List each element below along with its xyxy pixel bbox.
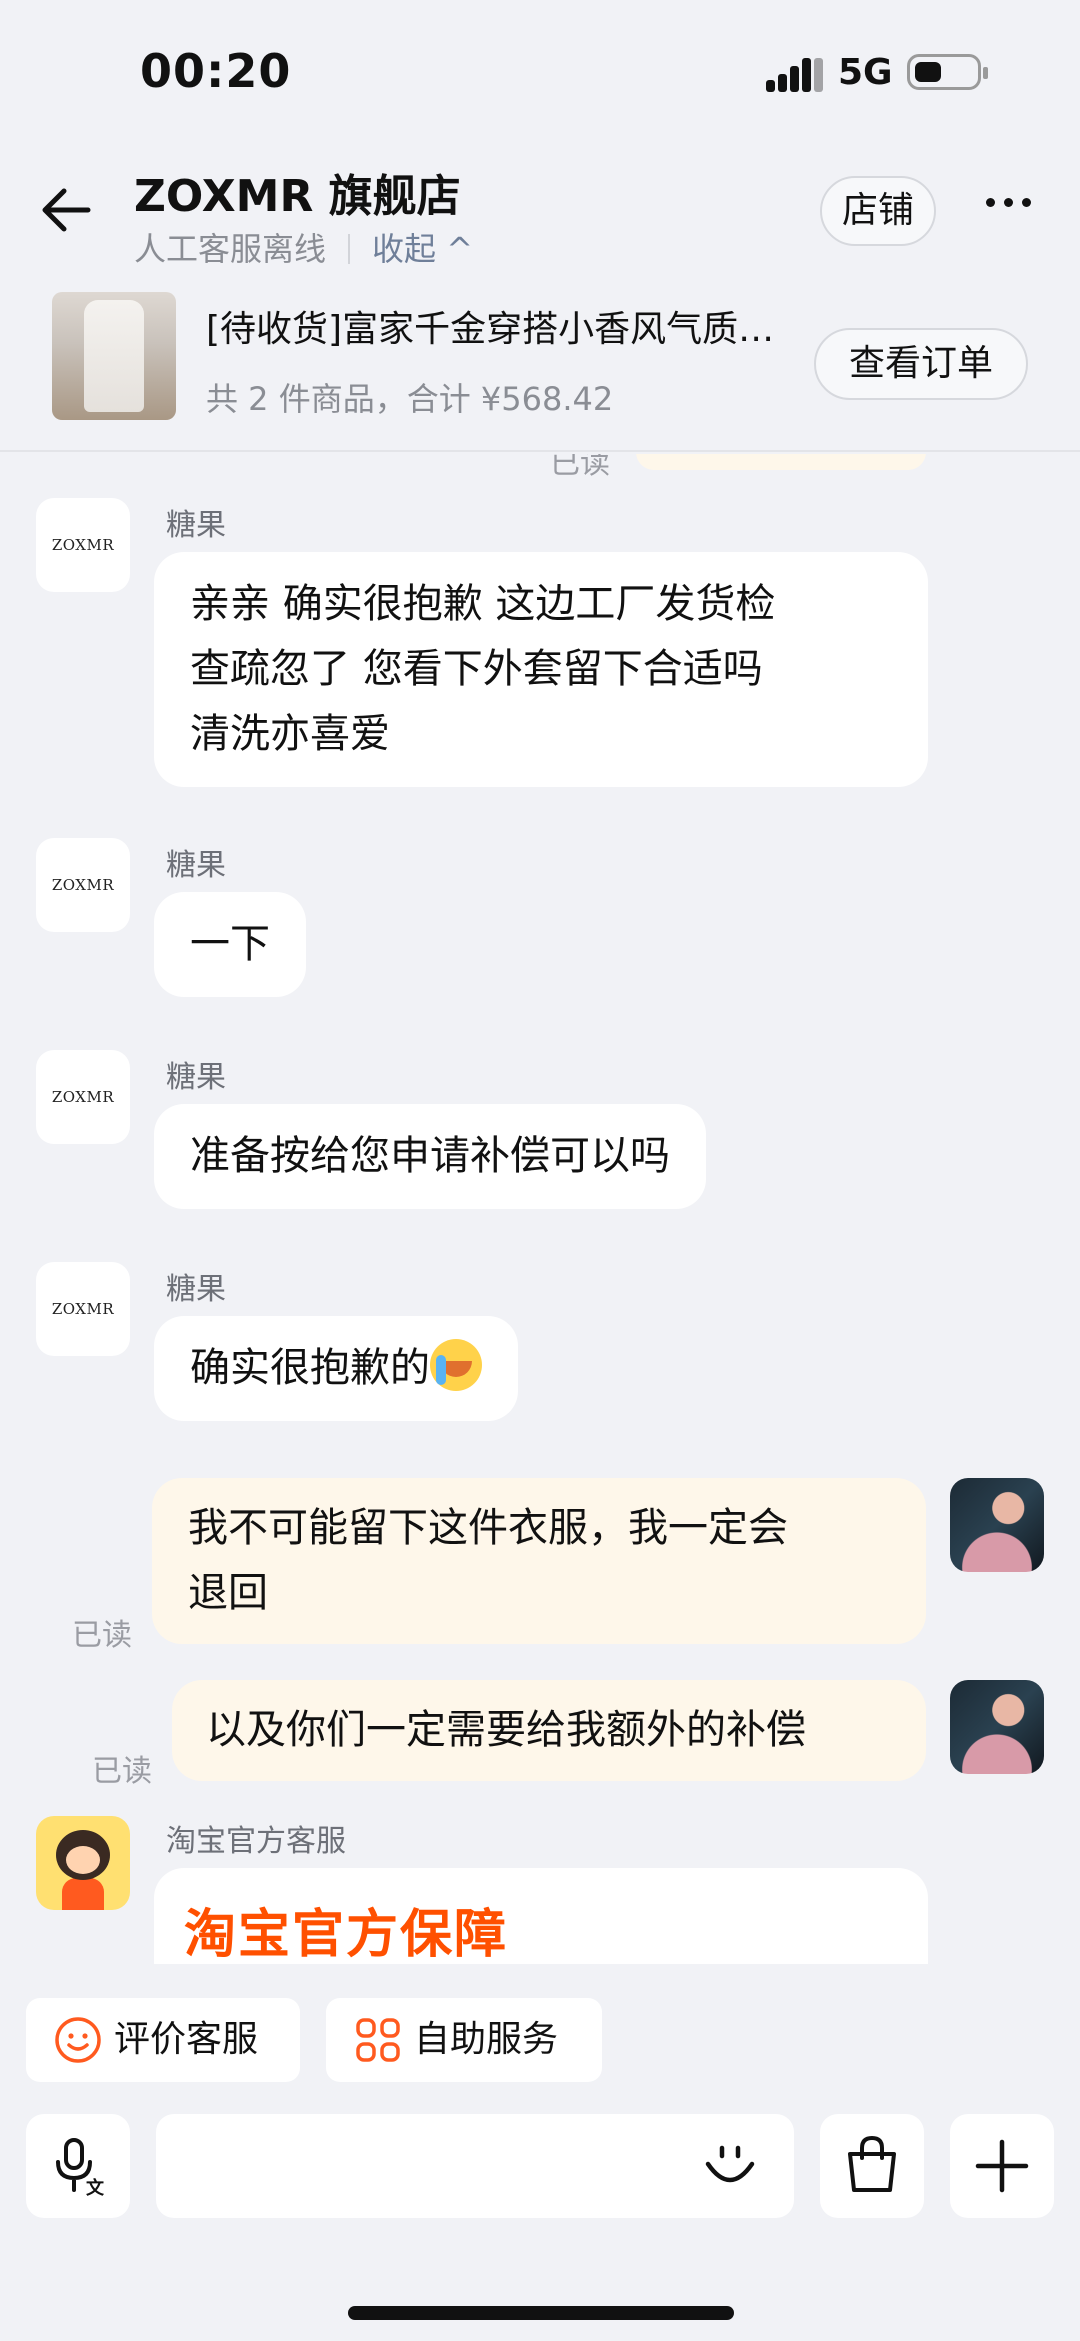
home-indicator[interactable] xyxy=(348,2306,734,2320)
shop-button[interactable]: 店铺 xyxy=(820,176,936,246)
plus-icon xyxy=(975,2139,1029,2193)
more-icon[interactable] xyxy=(986,198,1032,212)
sender-name: 糖果 xyxy=(166,1272,226,1307)
store-name[interactable]: ZOXMR 旗舰店 xyxy=(134,160,461,224)
sender-name: 糖果 xyxy=(166,508,226,543)
order-title: [待收货]富家千金穿搭小香风气质两件套 xyxy=(206,309,806,350)
message-line: 我不可能留下这件衣服，我一定会 xyxy=(188,1505,788,1551)
shopping-bag-button[interactable] xyxy=(820,2114,924,2218)
shop-avatar[interactable]: ZOXMR xyxy=(36,1050,130,1144)
signal-icon xyxy=(766,58,823,92)
self-service-button[interactable]: 自助服务 xyxy=(326,1998,602,2082)
user-avatar[interactable] xyxy=(950,1680,1044,1774)
sender-name: 糖果 xyxy=(166,1060,226,1095)
order-summary: 共 2 件商品，合计 ¥568.42 xyxy=(206,380,614,418)
message-line: 确实很抱歉的 xyxy=(190,1345,430,1391)
message-line: 查疏忽了 您看下外套留下合适吗 xyxy=(190,646,763,692)
message-bubble[interactable]: 亲亲 确实很抱歉 这边工厂发货检 查疏忽了 您看下外套留下合适吗 清洗亦喜爱 xyxy=(154,552,928,787)
message-input[interactable] xyxy=(156,2114,794,2218)
message-bubble-mine[interactable]: 以及你们一定需要给我额外的补偿 xyxy=(172,1680,926,1781)
user-avatar[interactable] xyxy=(950,1478,1044,1572)
guarantee-card[interactable]: 淘宝官方保障 xyxy=(154,1868,928,1964)
message-bubble[interactable]: 一下 xyxy=(154,892,306,997)
message-line: 准备按给您申请补偿可以吗 xyxy=(190,1133,670,1179)
guarantee-banner: 淘宝官方保障 xyxy=(184,1905,509,1964)
message-bubble[interactable]: 确实很抱歉的 xyxy=(154,1316,518,1421)
emoji-icon[interactable] xyxy=(702,2138,758,2194)
shop-avatar[interactable]: ZOXMR xyxy=(36,838,130,932)
shopping-bag-icon xyxy=(848,2135,896,2192)
chat-screen: 00:20 5G ZOXMR 旗舰店 人工客服离线 收起 ^ 店铺 [待收货]富家… xyxy=(0,0,1080,2341)
shop-avatar[interactable]: ZOXMR xyxy=(36,498,130,592)
message-line: 退回 xyxy=(188,1570,268,1616)
collapse-toggle[interactable]: 收起 ^ xyxy=(372,230,473,268)
quick-action-label: 自助服务 xyxy=(414,2019,559,2060)
message-line: 亲亲 确实很抱歉 这边工厂发货检 xyxy=(190,581,776,627)
sender-name: 淘宝官方客服 xyxy=(166,1824,346,1859)
view-order-button[interactable]: 查看订单 xyxy=(814,328,1028,400)
order-card[interactable]: [待收货]富家千金穿搭小香风气质两件套 共 2 件商品，合计 ¥568.42 查… xyxy=(0,282,1080,452)
plus-button[interactable] xyxy=(950,2114,1054,2218)
message-bubble-mine[interactable]: 我不可能留下这件衣服，我一定会 退回 xyxy=(152,1478,926,1644)
rate-service-button[interactable]: 评价客服 xyxy=(26,1998,300,2082)
svg-text:文: 文 xyxy=(86,2177,105,2198)
read-receipt: 已读 xyxy=(550,454,610,481)
read-receipt: 已读 xyxy=(72,1618,132,1653)
message-line: 以及你们一定需要给我额外的补偿 xyxy=(206,1707,806,1753)
status-bar: 00:20 5G xyxy=(0,0,1080,140)
chat-messages[interactable]: 已读 ZOXMR 糖果 亲亲 确实很抱歉 这边工厂发货检 查疏忽了 您看下外套留… xyxy=(0,454,1080,1964)
product-thumbnail[interactable] xyxy=(52,292,176,420)
service-status-line: 人工客服离线 收起 ^ xyxy=(134,224,473,270)
message-bubble[interactable]: 准备按给您申请补偿可以吗 xyxy=(154,1104,706,1209)
read-receipt: 已读 xyxy=(92,1754,152,1789)
grid-icon xyxy=(356,2018,400,2062)
voice-button[interactable]: 文 xyxy=(26,2114,130,2218)
back-arrow-icon[interactable] xyxy=(36,180,96,240)
quick-action-label: 评价客服 xyxy=(114,2019,259,2060)
battery-icon xyxy=(907,54,988,90)
sender-name: 糖果 xyxy=(166,848,226,883)
crying-emoji-icon xyxy=(430,1339,482,1391)
shop-avatar[interactable]: ZOXMR xyxy=(36,1262,130,1356)
network-type: 5G xyxy=(838,52,893,93)
message-bubble-partial xyxy=(636,454,926,470)
service-status: 人工客服离线 xyxy=(134,230,327,268)
smile-icon xyxy=(55,2017,101,2063)
voice-translate-icon: 文 xyxy=(56,2138,105,2198)
message-line: 清洗亦喜爱 xyxy=(190,711,390,757)
status-time: 00:20 xyxy=(140,44,292,98)
official-service-avatar[interactable] xyxy=(36,1816,130,1910)
message-line: 一下 xyxy=(190,921,270,967)
